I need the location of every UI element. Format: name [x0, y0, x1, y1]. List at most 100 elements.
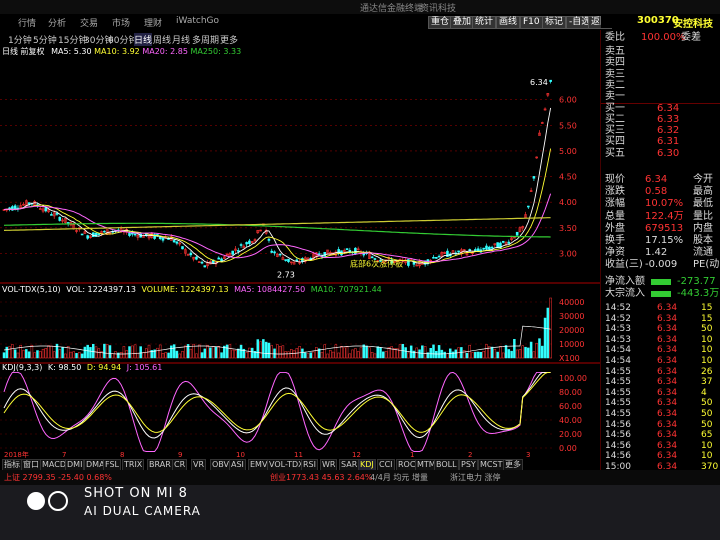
order-book-row[interactable]: 买二 6.33 [601, 114, 720, 126]
quote-label-right: PE(动) [693, 259, 720, 271]
kdj-k-value: K: 98.50 [47, 363, 82, 372]
volume-bar [144, 348, 148, 359]
tick-row[interactable]: 15:00 6.34 370 [601, 461, 720, 473]
volume-bar [8, 346, 11, 359]
volume-bar [80, 353, 84, 359]
candle-body [236, 250, 240, 252]
volume-bar [521, 345, 524, 359]
volume-bar [435, 350, 438, 359]
price-axis-label: 3.50 [559, 224, 577, 233]
volume-bar [50, 345, 53, 359]
quote-label-right: 股本 [693, 235, 713, 246]
volume-bar [167, 352, 170, 359]
toolbar-button-5[interactable]: 标记 [542, 16, 567, 29]
menu-item-market[interactable]: 行情 [18, 16, 36, 29]
trading-screen: 通达信金融终端 资讯科技 行情 分析 交易 市场 理财 iWatchGo 重仓叠… [0, 0, 720, 485]
volume-bar [44, 348, 48, 359]
book-price: 6.30 [657, 147, 680, 159]
volume-bar [527, 347, 530, 359]
order-book-row[interactable]: 买一 6.34 [601, 103, 720, 115]
candle-body [181, 246, 184, 250]
menu-item-finance[interactable]: 理财 [144, 16, 162, 29]
toolbar-button-1[interactable]: 叠加 [450, 16, 475, 29]
quote-label: 现价 [605, 174, 625, 185]
status-info: 4/4月 均元 增量 [370, 473, 428, 482]
volume-bar [390, 346, 393, 359]
candlestick-chart[interactable]: 6.00 5.50 5.00 4.50 4.00 3.50 3.00 6.34 2.73 底部6次… [0, 54, 600, 284]
candle-body [295, 259, 299, 262]
candle-body [476, 248, 480, 252]
volume-bar [276, 344, 279, 359]
volume-bar [86, 344, 89, 359]
volume-bar [284, 351, 287, 359]
volume-bar [312, 351, 315, 359]
candle-body [189, 252, 193, 256]
volume-bar [175, 350, 179, 359]
volume-bar [482, 350, 485, 359]
toolbar-button-4[interactable]: F10 [520, 16, 543, 29]
volume-bar [273, 348, 276, 359]
kdj-chart[interactable]: 100.00 80.00 60.00 40.00 20.00 0.00 2018年 7 8 9 10… [0, 372, 600, 458]
candle-body [239, 244, 243, 246]
quote-label-right: 今开 [693, 174, 713, 185]
book-level-label: 买五 [605, 147, 625, 159]
volume-bar [513, 338, 516, 359]
menu-item-trade[interactable]: 交易 [80, 16, 98, 29]
volume-bar [404, 347, 407, 359]
toolbar-button-0[interactable]: 重仓 [428, 16, 453, 29]
volume-bar [326, 353, 329, 359]
kdj-date-label: 2 [468, 451, 472, 458]
chinext-index: 创业1773.43 45.63 2.64% [270, 473, 373, 482]
volume-bar [197, 344, 201, 359]
volume-chart[interactable]: 40000300002000010000X100 [0, 294, 600, 364]
volume-bar [429, 347, 432, 359]
order-book-row[interactable]: 卖三 [601, 69, 720, 81]
candle-body [86, 235, 89, 239]
candle-body [55, 213, 59, 215]
kdj-j-line [3, 372, 551, 452]
order-book-row[interactable]: 卖四 [601, 57, 720, 69]
volume-bar [538, 338, 541, 359]
volume-bar [225, 344, 229, 359]
volume-axis-label: 10000 [559, 340, 584, 349]
volume-panel[interactable]: VOL-TDX(5,10) VOL: 1224397.13 VOLUME: 12… [0, 284, 600, 364]
kdj-date-label: 1 [410, 451, 414, 458]
window-title: 通达信金融终端 [360, 4, 424, 14]
menu-item-analysis[interactable]: 分析 [48, 16, 66, 29]
toolbar-button-3[interactable]: 画线 [496, 16, 521, 29]
window-title-bar: 通达信金融终端 资讯科技 [0, 0, 720, 14]
watermark-line-2: AI DUAL CAMERA [84, 504, 201, 518]
volume-bar [237, 348, 240, 359]
news-ticker[interactable]: 浙江电力 涨停 [450, 472, 501, 483]
candle-body [58, 216, 62, 221]
quote-label-right: 流通 [693, 247, 713, 259]
candle-body [515, 231, 519, 236]
volume-bar [170, 345, 173, 359]
toolbar-button-2[interactable]: 统计 [472, 16, 497, 29]
volume-bar [248, 347, 251, 359]
volume-bar [136, 352, 140, 359]
order-book-row[interactable]: 买五 6.30 [601, 148, 720, 160]
volume-bar [78, 352, 81, 359]
menu-item-iwatch[interactable]: iWatchGo [176, 16, 219, 26]
volume-bar [103, 343, 106, 359]
book-price: 6.33 [657, 113, 680, 125]
volume-bar [382, 351, 385, 359]
candle-body [507, 241, 511, 244]
order-book-row[interactable]: 买四 6.31 [601, 136, 720, 148]
kline-panel[interactable]: 日线 前复权 MA5: 5.30 MA10: 3.92 MA20: 2.85 M… [0, 44, 600, 284]
code-search-field[interactable]: 资讯科技 [420, 1, 456, 14]
vol-ma5-value: MA5: 1084427.50 [234, 285, 306, 294]
candle-body [482, 247, 485, 250]
kdj-header: KDJ(9,3,3) K: 98.50 D: 94.94 J: 105.61 [2, 363, 162, 372]
menu-item-exchange[interactable]: 市场 [112, 16, 130, 29]
flow-row: 大宗流入 -443.3万 [601, 288, 720, 300]
tick-list[interactable]: 14:52 6.34 15 14:52 6.34 15 14:53 6.34 50 14:53 6.… [601, 302, 720, 472]
quote-row: 换手 17.15% 股本 [601, 235, 720, 247]
quote-row: 净资 1.42 流通 [601, 247, 720, 259]
order-book-row[interactable]: 卖一 [601, 91, 720, 103]
volume-bar [301, 348, 304, 359]
kdj-panel[interactable]: KDJ(9,3,3) K: 98.50 D: 94.94 J: 105.61 1… [0, 362, 600, 458]
candle-body [50, 214, 53, 216]
flow-label: 净流入额 [605, 276, 645, 287]
